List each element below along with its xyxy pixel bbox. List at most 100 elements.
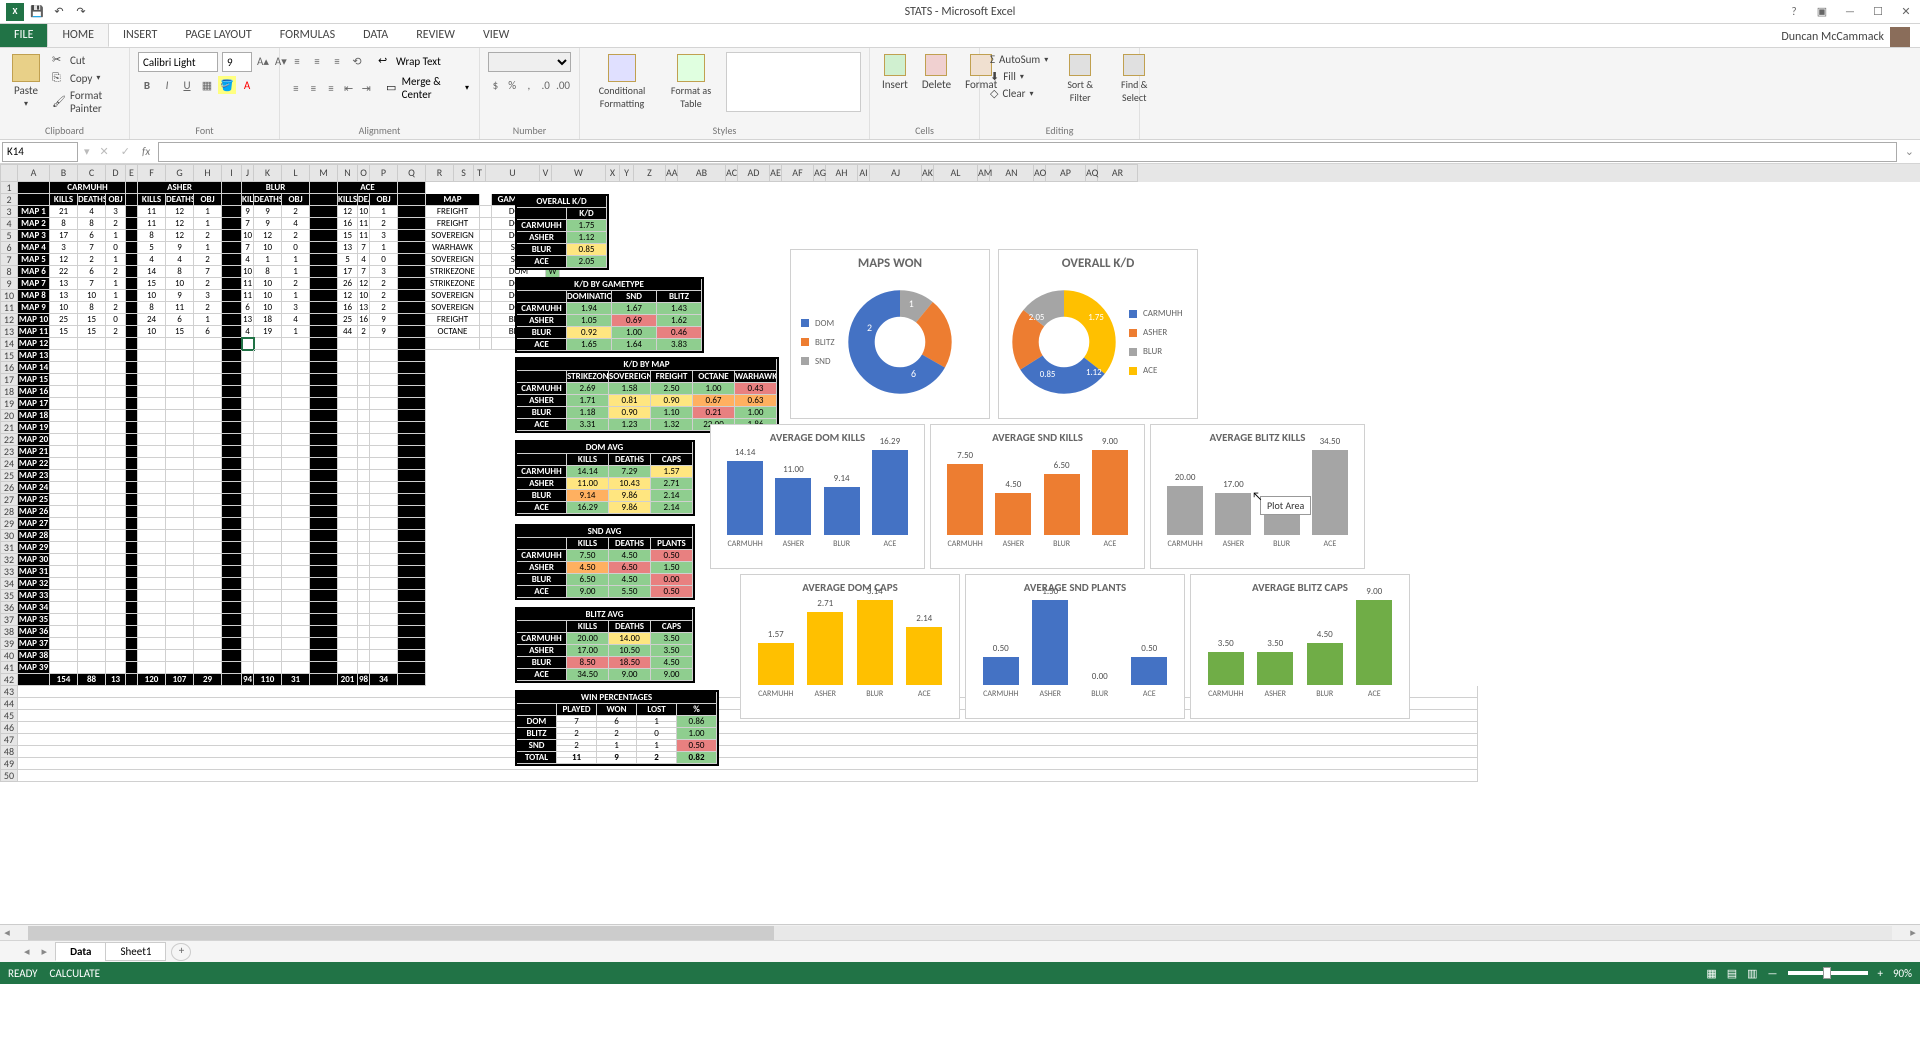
number-format-select[interactable] — [488, 52, 571, 72]
inc-decimal-icon[interactable]: .0 — [538, 76, 553, 94]
titlebar: X 💾 ↶ ↷ STATS - Microsoft Excel ? ▣ — ☐ … — [0, 0, 1920, 24]
font-family-select[interactable] — [138, 52, 218, 72]
merge-button[interactable]: ▭Merge & Center▾ — [384, 74, 471, 102]
tab-view[interactable]: VIEW — [469, 23, 523, 47]
cond-format-button[interactable]: Conditional Formatting — [588, 52, 656, 122]
copy-button[interactable]: ⎘Copy▾ — [50, 70, 121, 86]
wrap-text-button[interactable]: ↩Wrap Text — [376, 53, 443, 69]
status-ready: READY — [8, 967, 38, 980]
dec-decimal-icon[interactable]: .00 — [555, 76, 571, 94]
svg-text:1.12: 1.12 — [1086, 368, 1102, 378]
delete-cells-button[interactable]: Delete — [918, 52, 955, 122]
expand-formula-icon[interactable]: ⌄ — [1899, 145, 1920, 158]
comma-icon[interactable]: , — [522, 76, 537, 94]
currency-icon[interactable]: $ — [488, 76, 503, 94]
scroll-left-icon[interactable]: ◂ — [0, 926, 14, 939]
zoom-out-icon[interactable]: — — [1768, 967, 1778, 980]
tab-data[interactable]: DATA — [349, 23, 402, 47]
minimize-icon[interactable]: — — [1840, 5, 1860, 18]
help-icon[interactable]: ? — [1784, 5, 1804, 18]
fill-color-button[interactable]: 🪣 — [218, 76, 236, 94]
paste-button[interactable]: Paste▾ — [8, 52, 44, 122]
format-painter-button[interactable]: 🖌Format Painter — [50, 88, 121, 116]
ribbon-options-icon[interactable]: ▣ — [1812, 5, 1832, 18]
scissors-icon: ✂ — [52, 53, 66, 67]
underline-button[interactable]: U — [178, 76, 196, 94]
align-left-icon[interactable]: ≡ — [288, 79, 304, 97]
add-sheet-button[interactable]: + — [171, 943, 191, 961]
view-normal-icon[interactable]: ▦ — [1706, 967, 1716, 980]
maximize-icon[interactable]: ☐ — [1868, 5, 1888, 18]
horizontal-scrollbar[interactable]: ◂ ▸ — [0, 924, 1920, 940]
sort-filter-button[interactable]: Sort & Filter — [1056, 52, 1104, 122]
redo-icon[interactable]: ↷ — [72, 3, 90, 21]
name-box[interactable] — [2, 142, 78, 162]
tab-review[interactable]: REVIEW — [402, 23, 469, 47]
pie-maps-won: 1 2 6 — [845, 287, 955, 397]
tab-insert[interactable]: INSERT — [109, 23, 171, 47]
nav-prev-icon[interactable]: ▸ — [34, 945, 56, 958]
format-table-button[interactable]: Format as Table — [662, 52, 720, 122]
insert-icon — [884, 54, 906, 76]
percent-icon[interactable]: % — [505, 76, 520, 94]
svg-text:2: 2 — [867, 322, 872, 334]
tab-formulas[interactable]: FORMULAS — [266, 23, 349, 47]
orientation-icon[interactable]: ⟲ — [348, 52, 366, 70]
chart-average-dom-caps[interactable]: AVERAGE DOM CAPS1.57CARMUHH2.71ASHER3.14… — [740, 574, 960, 719]
align-right-icon[interactable]: ≡ — [323, 79, 339, 97]
zoom-level[interactable]: 90% — [1893, 967, 1912, 980]
clear-button[interactable]: ◇Clear▾ — [988, 86, 1050, 101]
bold-button[interactable]: B — [138, 76, 156, 94]
svg-text:1: 1 — [908, 298, 913, 310]
worksheet-area[interactable]: ABCDEFGHIJKLMNOPQRSTUVWXYZAAABACADAEAFAG… — [0, 164, 1920, 924]
italic-button[interactable]: I — [158, 76, 176, 94]
chart-overall-kd[interactable]: OVERALL K/D 2.05 1.75 1.12 0.85 CARMUHH … — [998, 249, 1198, 419]
scroll-thumb[interactable] — [28, 926, 774, 940]
formula-input[interactable] — [158, 142, 1897, 162]
cut-button[interactable]: ✂Cut — [50, 52, 121, 68]
font-color-button[interactable]: A — [238, 76, 256, 94]
chart-average-dom-kills[interactable]: AVERAGE DOM KILLS14.14CARMUHH11.00ASHER9… — [710, 424, 925, 569]
tab-page-layout[interactable]: PAGE LAYOUT — [171, 23, 265, 47]
indent-dec-icon[interactable]: ⇤ — [341, 79, 357, 97]
find-select-button[interactable]: Find & Select — [1110, 52, 1158, 122]
cancel-icon[interactable]: ✕ — [94, 145, 115, 158]
fx-icon[interactable]: fx — [136, 145, 156, 158]
cell-styles-gallery[interactable] — [726, 52, 861, 112]
save-icon[interactable]: 💾 — [28, 3, 46, 21]
tab-home[interactable]: HOME — [47, 23, 109, 47]
scroll-right-icon[interactable]: ▸ — [1906, 926, 1920, 939]
view-layout-icon[interactable]: ▤ — [1727, 967, 1737, 980]
column-headers[interactable]: ABCDEFGHIJKLMNOPQRSTUVWXYZAAABACADAEAFAG… — [0, 164, 1920, 182]
align-mid-icon[interactable]: ≡ — [308, 52, 326, 70]
align-center-icon[interactable]: ≡ — [306, 79, 322, 97]
chart-average-blitz-caps[interactable]: AVERAGE BLITZ CAPS3.50CARMUHH3.50ASHER4.… — [1190, 574, 1410, 719]
fill-button[interactable]: ⬇Fill▾ — [988, 69, 1050, 84]
sheet-tab-data[interactable]: Data — [55, 942, 106, 961]
view-break-icon[interactable]: ▥ — [1747, 967, 1757, 980]
undo-icon[interactable]: ↶ — [50, 3, 68, 21]
sheet-tab-sheet1[interactable]: Sheet1 — [105, 942, 166, 961]
delete-icon — [925, 54, 947, 76]
align-bot-icon[interactable]: ≡ — [328, 52, 346, 70]
enter-icon[interactable]: ✓ — [115, 145, 136, 158]
chart-average-snd-kills[interactable]: AVERAGE SND KILLS7.50CARMUHH4.50ASHER6.5… — [930, 424, 1145, 569]
nav-first-icon[interactable]: ◂ — [20, 945, 34, 958]
namebox-dropdown-icon[interactable]: ▾ — [80, 145, 94, 158]
zoom-in-icon[interactable]: + — [1878, 967, 1883, 980]
paste-icon — [12, 54, 40, 82]
alignment-label: Alignment — [288, 122, 471, 137]
chart-maps-won[interactable]: MAPS WON DOM BLITZ SND 1 2 6 — [790, 249, 990, 419]
font-size-select[interactable] — [222, 52, 252, 72]
user-area[interactable]: Duncan McCammack — [1781, 27, 1920, 47]
indent-inc-icon[interactable]: ⇥ — [358, 79, 374, 97]
zoom-slider[interactable] — [1788, 971, 1868, 975]
align-top-icon[interactable]: ≡ — [288, 52, 306, 70]
chart-average-snd-plants[interactable]: AVERAGE SND PLANTS0.50CARMUHH1.50ASHER0.… — [965, 574, 1185, 719]
autosum-button[interactable]: ΣAutoSum▾ — [988, 52, 1050, 67]
close-icon[interactable]: ✕ — [1896, 5, 1916, 18]
increase-font-icon[interactable]: A▴ — [256, 52, 270, 70]
tab-file[interactable]: FILE — [0, 23, 47, 47]
insert-cells-button[interactable]: Insert — [878, 52, 912, 122]
border-button[interactable]: ▦ — [198, 76, 216, 94]
